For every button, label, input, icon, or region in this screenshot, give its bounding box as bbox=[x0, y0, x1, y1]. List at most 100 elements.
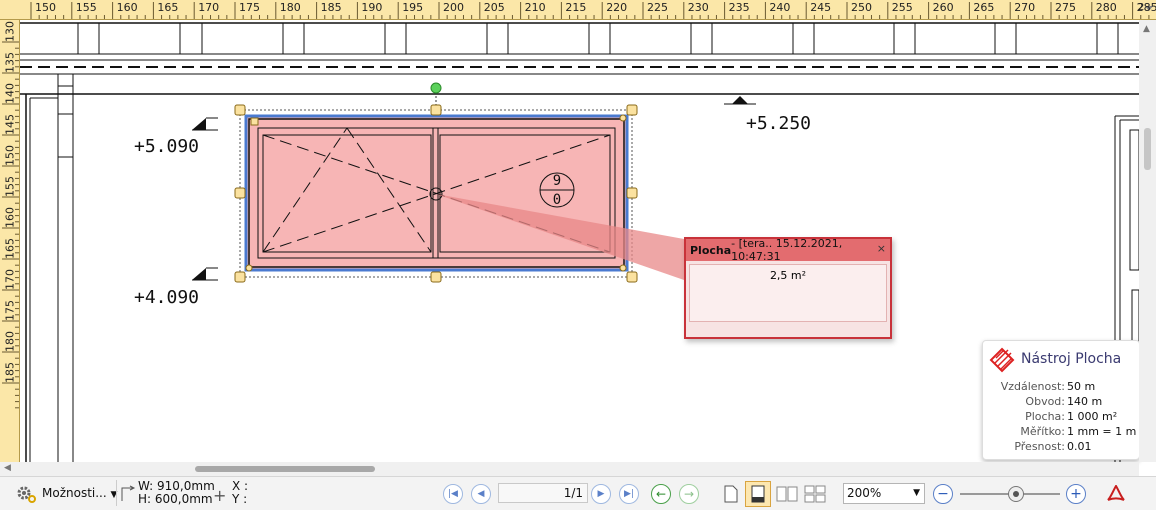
vertical-scroll-thumb[interactable] bbox=[1144, 128, 1151, 170]
page-input[interactable]: 1/1 bbox=[498, 483, 588, 503]
ruler-corner-label: 2 bbox=[1138, 2, 1145, 13]
ruler-tick-label: 155 bbox=[75, 1, 97, 14]
ruler-tick-label: 270 bbox=[1014, 1, 1036, 14]
ruler-tick-label: 210 bbox=[524, 1, 546, 14]
cursor-readout: X : Y : bbox=[232, 480, 248, 506]
tooltip-title: Plocha bbox=[690, 243, 732, 257]
area-tooltip[interactable]: Plocha - [tera.. 15.12.2021, 10:47:31 × … bbox=[684, 237, 892, 339]
window-mark-top: 9 bbox=[553, 173, 561, 189]
close-icon[interactable]: × bbox=[877, 242, 886, 255]
continuous-page-icon[interactable] bbox=[745, 481, 771, 507]
tool-info-value: 50 m bbox=[1067, 380, 1096, 393]
ruler-tick-label: 205 bbox=[483, 1, 505, 14]
next-page-button[interactable]: ▶ bbox=[591, 484, 611, 504]
elevation-label: +4.090 bbox=[134, 287, 200, 308]
ruler-tick-label: 245 bbox=[810, 1, 832, 14]
drawing-canvas[interactable]: 9 0 +5.090 +4.090 +5.250 bbox=[20, 20, 1139, 462]
ruler-tick-label: 145 bbox=[3, 114, 17, 135]
dimension-icon bbox=[121, 485, 136, 501]
tool-info-row: Obvod: 140 m bbox=[983, 395, 1139, 410]
last-page-button[interactable]: ▶| bbox=[619, 484, 639, 504]
ruler-tick-label: 180 bbox=[3, 331, 17, 352]
first-page-button[interactable]: |◀ bbox=[443, 484, 463, 504]
zoom-slider-thumb[interactable] bbox=[1008, 486, 1024, 502]
zoom-in-button[interactable]: + bbox=[1066, 484, 1086, 504]
height-readout: H: 600,0mm bbox=[138, 492, 213, 506]
area-tool-icon bbox=[989, 347, 1015, 373]
zoom-select[interactable]: 200% ▼ bbox=[843, 483, 925, 504]
tool-info-value: 140 m bbox=[1067, 395, 1103, 408]
tool-info-label: Měřítko: bbox=[1020, 425, 1065, 438]
chevron-down-icon: ▼ bbox=[913, 488, 920, 498]
ruler-tick-label: 215 bbox=[565, 1, 587, 14]
two-page-icon[interactable] bbox=[775, 483, 799, 505]
ruler-tick-label: 160 bbox=[3, 207, 17, 228]
zoom-out-button[interactable]: − bbox=[933, 484, 953, 504]
ruler-tick-label: 130 bbox=[3, 21, 17, 42]
tool-info-title: Nástroj Plocha bbox=[1021, 351, 1122, 367]
dimension-readout: W: 910,0mm H: 600,0mm bbox=[138, 480, 215, 506]
tooltip-body: 2,5 m² bbox=[689, 264, 887, 322]
ruler-tick-label: 150 bbox=[35, 1, 56, 14]
ruler-tick-label: 190 bbox=[361, 1, 383, 14]
left-ruler[interactable]: 130 135 140 145 150 155 160 165 170 175 180 185 bbox=[0, 20, 20, 462]
ruler-tick-label: 260 bbox=[932, 1, 954, 14]
ruler-tick-label: 280 bbox=[1095, 1, 1117, 14]
ruler-tick-label: 185 bbox=[3, 362, 17, 383]
forward-view-button[interactable]: → bbox=[679, 484, 699, 504]
window-mark-bottom: 0 bbox=[553, 192, 561, 208]
ruler-tick-label: 180 bbox=[279, 1, 301, 14]
tool-info-row: Přesnost: 0.01 bbox=[983, 440, 1139, 455]
options-label: Možnosti... bbox=[42, 486, 107, 500]
tool-info-panel: Nástroj Plocha Vzdálenost: 50 m Obvod: 140 … bbox=[982, 340, 1140, 460]
options-dropdown[interactable]: Možnosti... ▼ bbox=[42, 486, 117, 500]
tool-info-row: Vzdálenost: 50 m bbox=[983, 380, 1139, 395]
status-bar: Možnosti... ▼ W: 910,0mm H: 600,0mm + X … bbox=[0, 476, 1156, 510]
tool-info-label: Přesnost: bbox=[1014, 440, 1065, 453]
ruler-tick-label: 250 bbox=[851, 1, 872, 14]
ruler-tick-label: 170 bbox=[3, 269, 17, 290]
horizontal-scrollbar[interactable]: ◀ bbox=[0, 462, 1139, 476]
grid-page-icon[interactable] bbox=[803, 483, 827, 505]
tool-info-label: Vzdálenost: bbox=[1000, 380, 1065, 393]
ruler-tick-label: 230 bbox=[687, 1, 709, 14]
scroll-left-icon[interactable]: ◀ bbox=[4, 463, 11, 473]
tooltip-subtitle: - [tera.. 15.12.2021, 10:47:31 bbox=[731, 237, 843, 263]
ruler-tick-label: 195 bbox=[402, 1, 424, 14]
ruler-tick-label: 220 bbox=[606, 1, 628, 14]
ruler-tick-label: 255 bbox=[891, 1, 913, 14]
tool-info-row: Měřítko: 1 mm = 1 m bbox=[983, 425, 1139, 440]
tool-info-value: 0.01 bbox=[1067, 440, 1092, 453]
crosshair-icon: + bbox=[213, 486, 227, 505]
ruler-tick-label: 265 bbox=[973, 1, 995, 14]
back-view-button[interactable]: ← bbox=[651, 484, 671, 504]
ruler-tick-label: 175 bbox=[3, 300, 17, 321]
vertical-scrollbar[interactable]: ▲ bbox=[1139, 20, 1156, 462]
tooltip-header[interactable]: Plocha - [tera.. 15.12.2021, 10:47:31 × bbox=[686, 237, 890, 263]
ruler-tick-label: 185 bbox=[320, 1, 342, 14]
ruler-tick-label: 140 bbox=[3, 83, 17, 104]
elevation-label: +5.250 bbox=[746, 113, 812, 134]
zoom-value: 200% bbox=[847, 486, 882, 500]
y-readout: Y : bbox=[232, 492, 248, 506]
previous-page-button[interactable]: ◀ bbox=[471, 484, 491, 504]
tool-info-value: 1 mm = 1 m bbox=[1067, 425, 1137, 438]
ruler-tick-label: 150 bbox=[3, 145, 17, 166]
tool-info-value: 1 000 m² bbox=[1067, 410, 1118, 423]
top-ruler[interactable]: 150 155 160 165 170 175 180 185 190 195 200 205 210 2… bbox=[0, 0, 1156, 20]
tool-info-label: Plocha: bbox=[1025, 410, 1065, 423]
tool-info-label: Obvod: bbox=[1025, 395, 1065, 408]
ruler-tick-label: 155 bbox=[3, 176, 17, 197]
horizontal-scroll-thumb[interactable] bbox=[195, 466, 375, 472]
scroll-up-icon[interactable]: ▲ bbox=[1143, 24, 1150, 34]
gear-icon[interactable] bbox=[14, 484, 38, 504]
floor-plan-drawing: 9 0 bbox=[20, 22, 1139, 462]
ruler-tick-label: 165 bbox=[3, 238, 17, 259]
ruler-tick-label: 135 bbox=[3, 52, 17, 73]
ruler-tick-label: 235 bbox=[728, 1, 750, 14]
ruler-tick-label: 240 bbox=[769, 1, 791, 14]
pdf-export-icon[interactable] bbox=[1104, 483, 1128, 505]
ruler-tick-label: 175 bbox=[239, 1, 260, 14]
ruler-tick-label: 200 bbox=[443, 1, 464, 14]
single-page-icon[interactable] bbox=[722, 483, 740, 505]
